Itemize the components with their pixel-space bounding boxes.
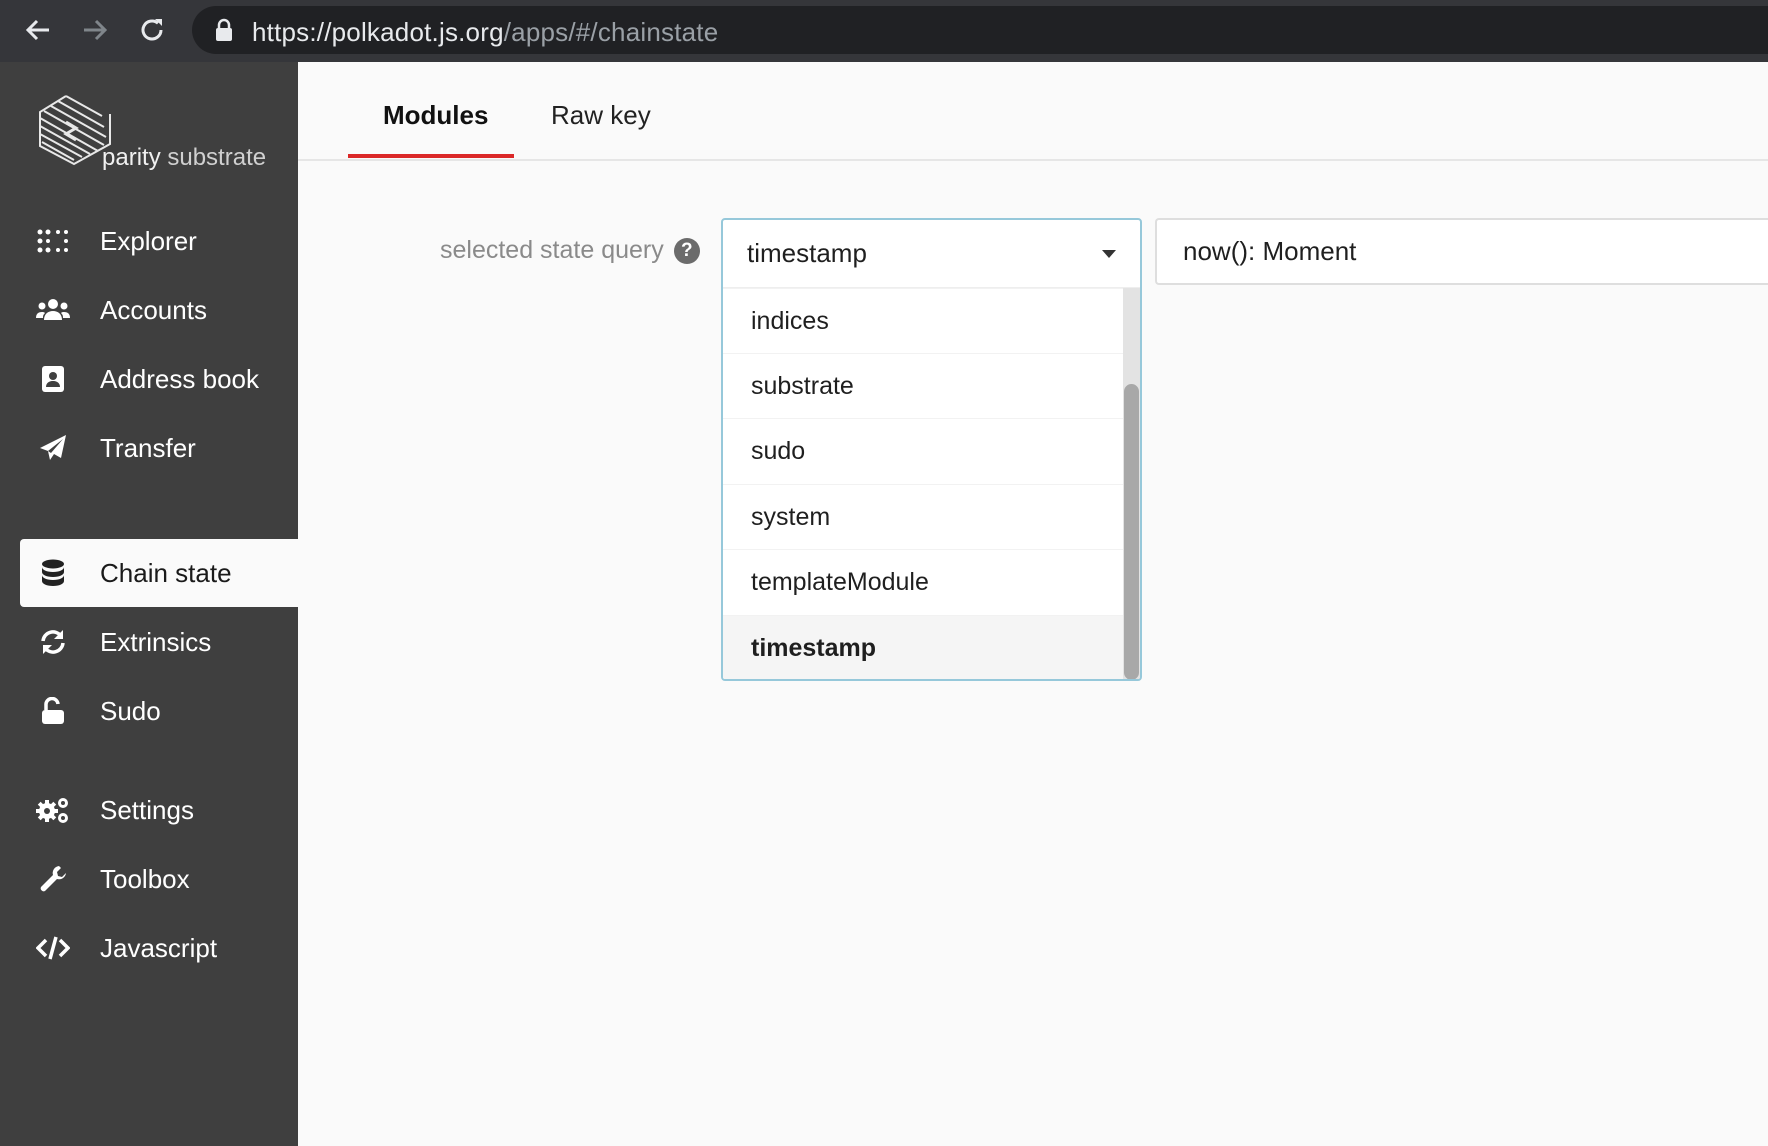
dropdown-option[interactable]: templateModule xyxy=(723,549,1123,614)
paper-plane-icon xyxy=(36,431,70,465)
active-tab-indicator xyxy=(348,154,514,158)
cogs-icon xyxy=(36,793,70,827)
users-icon xyxy=(36,293,70,327)
logo-product: substrate xyxy=(167,144,267,171)
help-icon[interactable]: ? xyxy=(673,237,700,264)
sidebar-item-settings[interactable]: Settings xyxy=(20,776,298,844)
sidebar-item-accounts[interactable]: Accounts xyxy=(20,276,298,344)
reload-icon xyxy=(141,19,163,41)
forward-button[interactable] xyxy=(75,10,115,50)
sidebar-item-label: Javascript xyxy=(100,932,218,963)
tab-modules[interactable]: Modules xyxy=(383,100,488,131)
tab-raw-key[interactable]: Raw key xyxy=(551,100,651,131)
dropdown-option-selected[interactable]: timestamp xyxy=(723,615,1123,679)
back-button[interactable] xyxy=(18,10,58,50)
sidebar-item-sudo[interactable]: Sudo xyxy=(20,677,298,745)
sidebar-item-label: Explorer xyxy=(100,225,197,256)
sidebar-item-address-book[interactable]: Address book xyxy=(20,345,298,413)
explorer-icon xyxy=(36,224,70,258)
sidebar: parity substrate Explorer Accounts Addre… xyxy=(0,62,298,1146)
module-dropdown-menu: indices substrate sudo system templateMo… xyxy=(723,287,1140,679)
state-query-label-text: selected state query xyxy=(440,236,664,264)
sidebar-item-javascript[interactable]: Javascript xyxy=(20,914,298,982)
method-dropdown[interactable]: now(): Moment xyxy=(1155,218,1768,285)
tab-bar: Modules Raw key xyxy=(298,62,1768,161)
dropdown-option[interactable]: indices xyxy=(723,288,1123,353)
logo-text: parity substrate xyxy=(102,144,266,172)
dropdown-option[interactable]: sudo xyxy=(723,418,1123,483)
dropdown-option[interactable]: substrate xyxy=(723,353,1123,418)
unlock-icon xyxy=(36,694,70,728)
sidebar-item-label: Toolbox xyxy=(100,863,190,894)
caret-down-icon[interactable] xyxy=(1102,250,1116,258)
dropdown-scrollbar[interactable] xyxy=(1123,288,1140,679)
url-text: https://polkadot.js.org/apps/#/chainstat… xyxy=(252,17,718,48)
parity-substrate-logo[interactable]: parity substrate xyxy=(36,92,276,182)
dropdown-scroll-thumb[interactable] xyxy=(1124,384,1139,679)
database-icon xyxy=(36,556,70,590)
sidebar-item-chain-state[interactable]: Chain state xyxy=(20,539,298,607)
sidebar-item-explorer[interactable]: Explorer xyxy=(20,207,298,275)
address-bar[interactable]: https://polkadot.js.org/apps/#/chainstat… xyxy=(192,6,1768,54)
logo-brand: parity xyxy=(102,144,161,171)
module-dropdown[interactable]: timestamp indices substrate sudo system … xyxy=(721,218,1142,681)
sidebar-item-extrinsics[interactable]: Extrinsics xyxy=(20,608,298,676)
browser-toolbar: https://polkadot.js.org/apps/#/chainstat… xyxy=(0,0,1768,62)
arrow-right-icon xyxy=(84,19,108,41)
sidebar-item-transfer[interactable]: Transfer xyxy=(20,414,298,482)
sidebar-item-label: Chain state xyxy=(100,557,232,588)
sidebar-item-label: Accounts xyxy=(100,294,207,325)
url-path: /apps/#/chainstate xyxy=(503,17,719,47)
sidebar-item-label: Extrinsics xyxy=(100,626,212,657)
wrench-icon xyxy=(36,862,70,896)
arrow-left-icon xyxy=(25,19,49,41)
sync-icon xyxy=(36,625,70,659)
address-book-icon xyxy=(36,362,70,396)
sidebar-item-label: Settings xyxy=(100,794,194,825)
state-query-label: selected state query ? xyxy=(440,236,700,265)
reload-button[interactable] xyxy=(132,10,172,50)
lock-icon xyxy=(216,18,232,41)
dropdown-option[interactable]: system xyxy=(723,484,1123,549)
url-host: https://polkadot.js.org xyxy=(252,17,504,47)
sidebar-item-label: Transfer xyxy=(100,432,196,463)
sidebar-item-label: Sudo xyxy=(100,695,161,726)
sidebar-item-toolbox[interactable]: Toolbox xyxy=(20,845,298,913)
sidebar-item-label: Address book xyxy=(100,363,259,394)
code-icon xyxy=(36,931,70,965)
module-dropdown-value[interactable]: timestamp xyxy=(723,220,1140,287)
